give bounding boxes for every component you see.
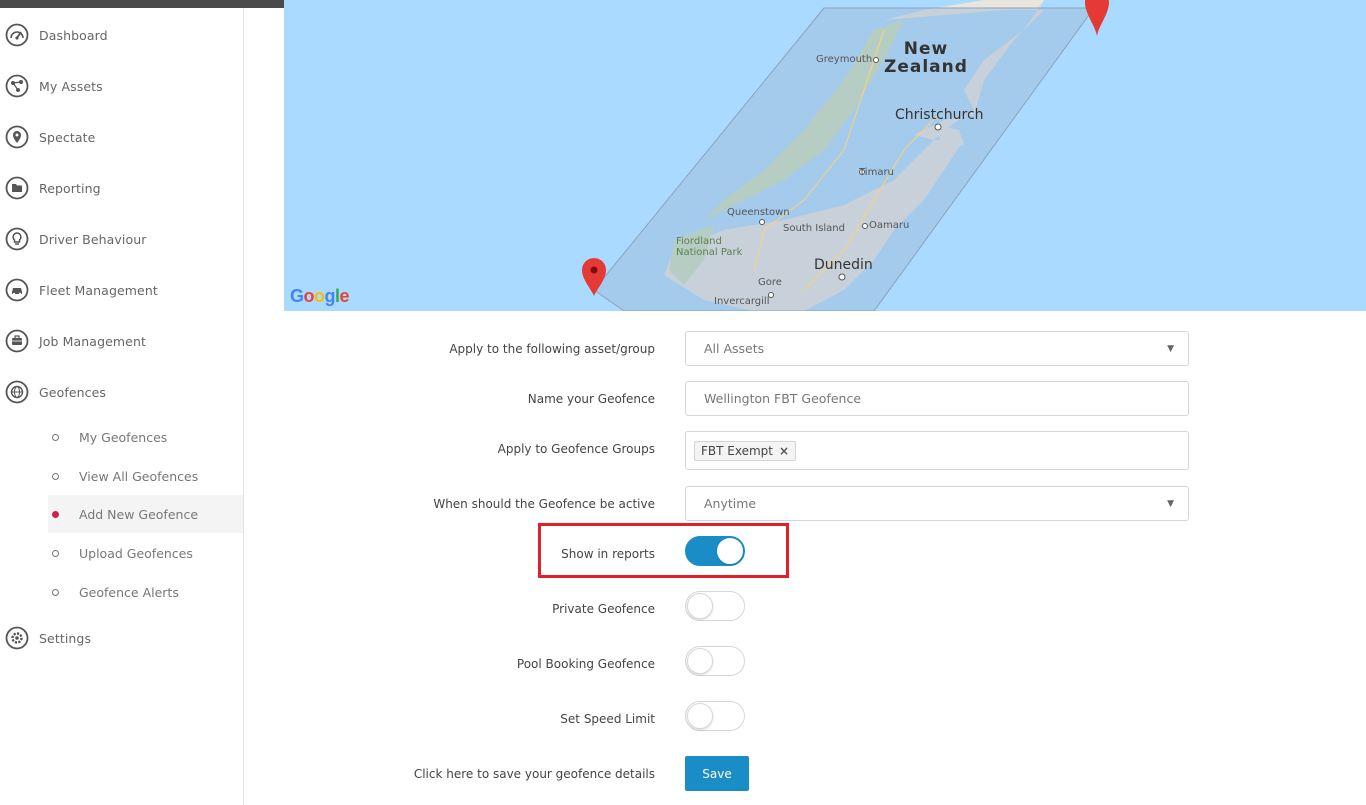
map-label-fiordland-line2: National Park	[676, 247, 743, 258]
geofence-name-value: Wellington FBT Geofence	[704, 391, 862, 406]
map-label-invercargill: Invercargill	[714, 296, 770, 307]
city-dot	[873, 57, 879, 63]
map-label-greymouth: Greymouth	[816, 54, 873, 65]
sidebar-subitem-label: Add New Geofence	[79, 506, 199, 522]
toggle-knob	[687, 593, 713, 619]
caret-down-icon: ▼	[1167, 343, 1174, 354]
map-pin-icon	[5, 125, 29, 149]
map-label-oamaru: Oamaru	[869, 220, 910, 231]
sidebar-subitem-upload-geofences[interactable]: Upload Geofences	[48, 534, 243, 572]
sidebar-item-label: Settings	[39, 630, 92, 646]
private-geofence-label: Private Geofence	[552, 602, 655, 616]
sidebar-item-job-management[interactable]: Job Management	[0, 321, 243, 361]
private-geofence-toggle[interactable]	[685, 591, 745, 621]
gear-icon	[5, 626, 29, 650]
map-label-south-island: South Island	[783, 223, 845, 234]
city-dot	[934, 123, 942, 131]
group-tag: FBT Exempt ×	[694, 440, 797, 461]
save-instructions-label: Click here to save your geofence details	[413, 767, 655, 781]
toggle-knob	[717, 538, 743, 564]
sidebar-item-driver-behaviour[interactable]: Driver Behaviour	[0, 219, 243, 259]
map-label-country-line1: New	[903, 39, 949, 59]
geofence-name-input[interactable]: Wellington FBT Geofence	[685, 381, 1189, 416]
map-label-christchurch: Christchurch	[895, 107, 984, 123]
city-dot	[759, 219, 765, 225]
sidebar-subitem-label: View All Geofences	[79, 468, 199, 484]
lightbulb-icon	[5, 227, 29, 251]
active-bullet-icon	[52, 510, 59, 518]
active-time-label: When should the Geofence be active	[433, 497, 655, 511]
sidebar-item-label: Job Management	[39, 333, 146, 349]
remove-tag-icon[interactable]: ×	[779, 444, 789, 458]
sidebar-item-label: Reporting	[39, 180, 101, 196]
globe-icon	[5, 380, 29, 404]
toggle-knob	[687, 703, 713, 729]
sidebar-item-label: Driver Behaviour	[39, 231, 147, 247]
sidebar-item-label: Fleet Management	[39, 282, 158, 298]
active-time-value: Anytime	[704, 496, 757, 511]
sidebar: Dashboard My Assets Spectate Reporting D…	[0, 8, 244, 805]
sidebar-item-spectate[interactable]: Spectate	[0, 117, 243, 157]
google-logo: Google	[290, 286, 350, 306]
sidebar-subitem-label: Upload Geofences	[79, 545, 193, 561]
city-dot	[862, 223, 868, 229]
sidebar-item-dashboard[interactable]: Dashboard	[0, 15, 243, 55]
map-marker-pin[interactable]	[1085, 0, 1109, 36]
sidebar-item-my-assets[interactable]: My Assets	[0, 66, 243, 106]
group-tag-label: FBT Exempt	[701, 443, 773, 458]
sidebar-subitem-view-all-geofences[interactable]: View All Geofences	[48, 457, 243, 495]
bullet-icon	[52, 588, 59, 596]
pool-booking-label: Pool Booking Geofence	[516, 657, 655, 671]
network-nodes-icon	[5, 74, 29, 98]
geofence-map[interactable]: New Zealand Greymouth Christchurch Timaru…	[284, 0, 1366, 311]
report-folder-icon	[5, 176, 29, 200]
map-label-country-line2: Zealand	[884, 57, 968, 77]
sidebar-item-settings[interactable]: Settings	[0, 618, 243, 658]
map-label-gore: Gore	[758, 277, 782, 288]
save-button[interactable]: Save	[685, 756, 749, 791]
bullet-icon	[52, 472, 59, 480]
sidebar-subitem-geofence-alerts[interactable]: Geofence Alerts	[48, 573, 243, 611]
bullet-icon	[52, 433, 59, 441]
sidebar-subitem-label: Geofence Alerts	[79, 584, 179, 600]
map-label-dunedin: Dunedin	[814, 257, 873, 273]
speed-limit-toggle[interactable]	[685, 701, 745, 731]
show-in-reports-toggle[interactable]	[685, 536, 745, 566]
geofence-groups-label: Apply to Geofence Groups	[497, 442, 655, 456]
sidebar-item-fleet-management[interactable]: Fleet Management	[0, 270, 243, 310]
speed-limit-label: Set Speed Limit	[560, 712, 655, 726]
sidebar-item-label: Spectate	[39, 129, 96, 145]
sidebar-subitem-add-new-geofence[interactable]: Add New Geofence	[48, 495, 243, 533]
map-label-queenstown: Queenstown	[727, 207, 790, 218]
toggle-knob	[687, 648, 713, 674]
asset-group-value: All Assets	[704, 341, 765, 356]
show-in-reports-label: Show in reports	[561, 547, 655, 561]
active-time-select[interactable]: Anytime ▼	[685, 486, 1189, 521]
sidebar-item-label: My Assets	[39, 78, 103, 94]
sidebar-subitem-label: My Geofences	[79, 429, 168, 445]
sidebar-item-label: Geofences	[39, 384, 107, 400]
car-icon	[5, 278, 29, 302]
pool-booking-toggle[interactable]	[685, 646, 745, 676]
sidebar-item-label: Dashboard	[39, 27, 108, 43]
sidebar-item-reporting[interactable]: Reporting	[0, 168, 243, 208]
briefcase-icon	[5, 329, 29, 353]
dashboard-gauge-icon	[5, 23, 29, 47]
sidebar-subitem-my-geofences[interactable]: My Geofences	[48, 418, 243, 456]
geofence-name-label: Name your Geofence	[527, 392, 655, 406]
geofence-groups-multiselect[interactable]: FBT Exempt ×	[685, 431, 1189, 470]
map-label-timaru: Timaru	[859, 167, 894, 178]
asset-group-label: Apply to the following asset/group	[449, 342, 655, 356]
asset-group-select[interactable]: All Assets ▼	[685, 331, 1189, 366]
city-dot	[838, 273, 846, 281]
bullet-icon	[52, 549, 59, 557]
map-label-fiordland: Fiordland National Park	[676, 236, 742, 258]
sidebar-item-geofences[interactable]: Geofences	[0, 372, 243, 412]
map-label-fiordland-line1: Fiordland	[676, 236, 722, 247]
caret-down-icon: ▼	[1167, 498, 1174, 509]
map-label-country: New Zealand	[884, 40, 968, 76]
